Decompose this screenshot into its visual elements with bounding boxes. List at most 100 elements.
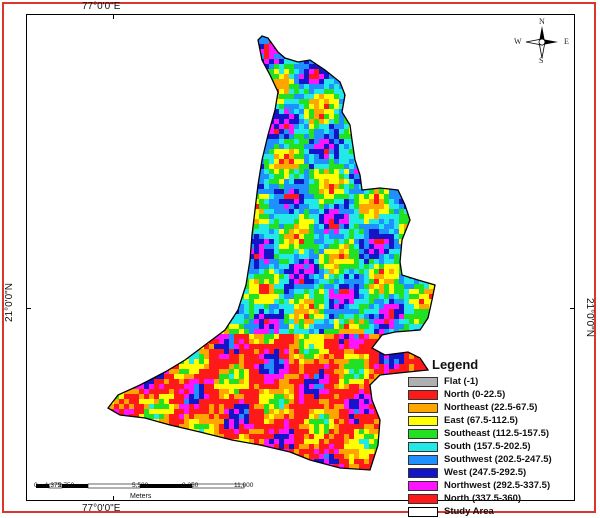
raster-cell <box>329 259 334 264</box>
raster-cell <box>384 144 389 149</box>
raster-cell <box>154 254 159 259</box>
raster-cell <box>164 69 169 74</box>
raster-cell <box>404 134 409 139</box>
raster-cell <box>214 259 219 264</box>
raster-cell <box>344 144 349 149</box>
raster-cell <box>144 199 149 204</box>
raster-cell <box>108 74 109 79</box>
raster-cell <box>309 394 314 399</box>
raster-cell <box>424 84 429 89</box>
raster-cell <box>194 389 199 394</box>
raster-cell <box>169 49 174 54</box>
raster-cell <box>234 254 239 259</box>
raster-cell <box>169 344 174 349</box>
raster-cell <box>159 124 164 129</box>
raster-cell <box>364 284 369 289</box>
raster-cell <box>299 189 304 194</box>
raster-cell <box>364 79 369 84</box>
raster-cell <box>154 379 159 384</box>
raster-cell <box>134 289 139 294</box>
raster-cell <box>119 124 124 129</box>
raster-cell <box>314 74 319 79</box>
raster-cell <box>194 214 199 219</box>
raster-cell <box>409 139 414 144</box>
raster-cell <box>384 319 389 324</box>
raster-cell <box>324 104 329 109</box>
raster-cell <box>324 364 329 369</box>
raster-cell <box>154 369 159 374</box>
raster-cell <box>119 324 124 329</box>
raster-cell <box>409 134 414 139</box>
raster-cell <box>439 74 444 79</box>
raster-cell <box>259 219 264 224</box>
raster-cell <box>194 139 199 144</box>
raster-cell <box>204 289 209 294</box>
raster-cell <box>269 59 274 64</box>
raster-cell <box>334 364 339 369</box>
raster-cell <box>209 239 214 244</box>
raster-cell <box>299 339 304 344</box>
raster-cell <box>364 39 369 44</box>
raster-cell <box>294 264 299 269</box>
raster-cell <box>154 39 159 44</box>
raster-cell <box>419 149 424 154</box>
raster-cell <box>279 239 284 244</box>
raster-cell <box>294 36 299 39</box>
raster-cell <box>339 284 344 289</box>
raster-cell <box>439 124 444 129</box>
raster-cell <box>319 199 324 204</box>
raster-cell <box>124 289 129 294</box>
raster-cell <box>169 384 174 389</box>
raster-cell <box>439 319 444 324</box>
raster-cell <box>219 109 224 114</box>
raster-cell <box>379 139 384 144</box>
raster-cell <box>334 289 339 294</box>
raster-cell <box>229 289 234 294</box>
raster-cell <box>344 124 349 129</box>
raster-cell <box>139 264 144 269</box>
raster-cell <box>389 154 394 159</box>
raster-cell <box>279 109 284 114</box>
raster-cell <box>349 284 354 289</box>
raster-cell <box>259 289 264 294</box>
raster-cell <box>134 229 139 234</box>
raster-cell <box>184 144 189 149</box>
raster-cell <box>114 59 119 64</box>
raster-cell <box>384 379 389 384</box>
raster-cell <box>114 184 119 189</box>
raster-cell <box>294 354 299 359</box>
raster-cell <box>294 204 299 209</box>
raster-cell <box>164 64 169 69</box>
raster-cell <box>369 374 374 379</box>
raster-cell <box>249 154 254 159</box>
raster-cell <box>264 104 269 109</box>
raster-cell <box>319 234 324 239</box>
raster-cell <box>324 149 329 154</box>
raster-cell <box>334 154 339 159</box>
raster-cell <box>319 324 324 329</box>
raster-cell <box>194 294 199 299</box>
raster-cell <box>184 279 189 284</box>
raster-cell <box>394 294 399 299</box>
raster-cell <box>164 274 169 279</box>
raster-cell <box>399 79 404 84</box>
raster-cell <box>419 114 424 119</box>
raster-cell <box>179 69 184 74</box>
raster-cell <box>379 379 384 384</box>
raster-cell <box>384 69 389 74</box>
raster-cell <box>429 254 434 259</box>
raster-cell <box>319 59 324 64</box>
raster-cell <box>209 229 214 234</box>
raster-cell <box>189 219 194 224</box>
raster-cell <box>339 179 344 184</box>
raster-cell <box>304 239 309 244</box>
raster-cell <box>349 269 354 274</box>
raster-cell <box>434 324 435 329</box>
raster-cell <box>394 36 399 39</box>
raster-cell <box>134 159 139 164</box>
raster-cell <box>159 379 164 384</box>
raster-cell <box>279 139 284 144</box>
raster-cell <box>134 354 139 359</box>
raster-cell <box>299 179 304 184</box>
raster-cell <box>244 109 249 114</box>
